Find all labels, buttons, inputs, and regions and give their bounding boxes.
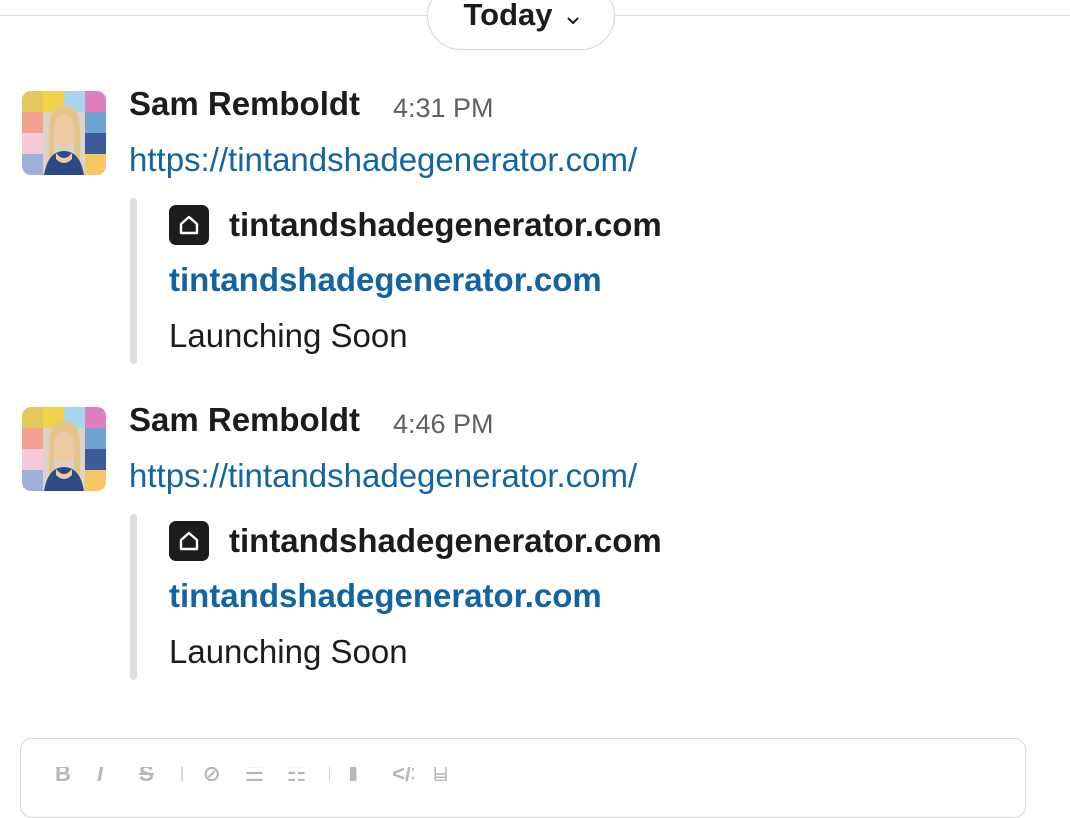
home-icon [169, 205, 209, 245]
code-block-icon[interactable]: ⌸ [434, 767, 456, 781]
link-icon[interactable]: ⊘ [203, 767, 225, 781]
date-divider-label: Today [463, 0, 553, 32]
message: Sam Remboldt 4:46 PM https://tintandshad… [0, 401, 1070, 687]
numbered-list-icon[interactable]: ☷ [287, 767, 309, 781]
toolbar-divider [181, 767, 183, 781]
blockquote-icon[interactable]: ▍ [350, 767, 372, 781]
date-divider-button[interactable]: Today [427, 0, 615, 50]
bold-icon[interactable]: B [55, 767, 77, 781]
italic-icon[interactable]: I [97, 767, 119, 781]
message-composer[interactable]: B I S ⊘ ☰ ☷ ▍ </> ⌸ [20, 738, 1026, 818]
unfurl-accent-bar [130, 198, 137, 364]
unfurl-site-name: tintandshadegenerator.com [229, 206, 662, 243]
toolbar-divider [328, 767, 330, 781]
unfurl-accent-bar [130, 514, 137, 680]
unfurl-title-link[interactable]: tintandshadegenerator.com [169, 577, 602, 615]
unfurl-site-name: tintandshadegenerator.com [229, 522, 662, 559]
unfurl-title-link[interactable]: tintandshadegenerator.com [169, 261, 602, 299]
chevron-down-icon [567, 17, 578, 24]
code-icon[interactable]: </> [392, 767, 414, 781]
message-timestamp[interactable]: 4:46 PM [393, 409, 494, 440]
avatar[interactable] [22, 91, 106, 175]
strikethrough-icon[interactable]: S [139, 767, 161, 781]
message: Sam Remboldt 4:31 PM https://tintandshad… [0, 85, 1070, 371]
unfurl-description: Launching Soon [169, 317, 408, 354]
unfurl-site-row: tintandshadegenerator.com [169, 205, 662, 245]
message-link[interactable]: https://tintandshadegenerator.com/ [129, 141, 637, 179]
unfurl-description: Launching Soon [169, 633, 408, 670]
avatar[interactable] [22, 407, 106, 491]
home-icon [169, 521, 209, 561]
author-name[interactable]: Sam Remboldt [129, 401, 360, 439]
author-name[interactable]: Sam Remboldt [129, 85, 360, 123]
message-timestamp[interactable]: 4:31 PM [393, 93, 494, 124]
unfurl-site-row: tintandshadegenerator.com [169, 521, 662, 561]
bulleted-list-icon[interactable]: ☰ [245, 767, 267, 781]
formatting-toolbar: B I S ⊘ ☰ ☷ ▍ </> ⌸ [55, 767, 456, 781]
message-link[interactable]: https://tintandshadegenerator.com/ [129, 457, 637, 495]
